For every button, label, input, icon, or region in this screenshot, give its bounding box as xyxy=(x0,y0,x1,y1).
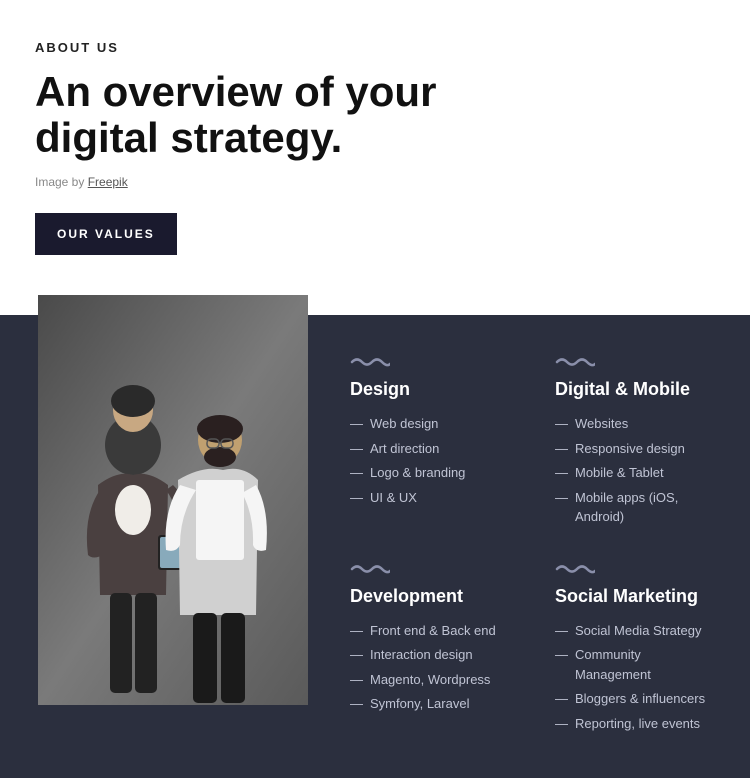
service-item-1: Digital & Mobile Websites Responsive desi… xyxy=(555,355,720,532)
service-list-item: Mobile apps (iOS, Android) xyxy=(555,488,720,527)
freepik-link[interactable]: Freepik xyxy=(88,175,128,189)
service-list-item: Community Management xyxy=(555,645,720,684)
service-title: Design xyxy=(350,379,515,400)
service-list-item: Front end & Back end xyxy=(350,621,515,641)
service-list-item: Magento, Wordpress xyxy=(350,670,515,690)
service-list-item: Logo & branding xyxy=(350,463,515,483)
service-title: Social Marketing xyxy=(555,586,720,607)
main-headline: An overview of your digital strategy. xyxy=(35,69,535,161)
service-list-item: Symfony, Laravel xyxy=(350,694,515,714)
service-title: Digital & Mobile xyxy=(555,379,720,400)
our-values-button[interactable]: OUR VALUES xyxy=(35,213,177,255)
services-grid: Design Web design Art direction Logo & bra… xyxy=(320,315,750,778)
service-item-2: Development Front end & Back end Interact… xyxy=(350,562,515,739)
squiggle-icon xyxy=(350,562,390,576)
service-list-item: Websites xyxy=(555,414,720,434)
team-photo xyxy=(38,295,308,705)
service-list: Web design Art direction Logo & branding UI… xyxy=(350,414,515,507)
service-list-item: Reporting, live events xyxy=(555,714,720,734)
service-list-item: Bloggers & influencers xyxy=(555,689,720,709)
bottom-section: Design Web design Art direction Logo & bra… xyxy=(0,315,750,778)
service-list-item: Art direction xyxy=(350,439,515,459)
squiggle-icon xyxy=(555,355,595,369)
service-item-3: Social Marketing Social Media Strategy Co… xyxy=(555,562,720,739)
service-list-item: Responsive design xyxy=(555,439,720,459)
service-list-item: Mobile & Tablet xyxy=(555,463,720,483)
service-list-item: Interaction design xyxy=(350,645,515,665)
service-list: Websites Responsive design Mobile & Tablet… xyxy=(555,414,720,527)
section-label: ABOUT US xyxy=(35,40,715,55)
service-list-item: Web design xyxy=(350,414,515,434)
service-item-0: Design Web design Art direction Logo & bra… xyxy=(350,355,515,532)
image-credit: Image by Freepik xyxy=(35,175,715,189)
squiggle-icon xyxy=(350,355,390,369)
service-list-item: Social Media Strategy xyxy=(555,621,720,641)
team-photo-svg xyxy=(38,295,308,705)
service-list-item: UI & UX xyxy=(350,488,515,508)
service-list: Social Media Strategy Community Managemen… xyxy=(555,621,720,734)
service-list: Front end & Back end Interaction design Ma… xyxy=(350,621,515,714)
squiggle-icon xyxy=(555,562,595,576)
top-section: ABOUT US An overview of your digital str… xyxy=(0,0,750,285)
service-title: Development xyxy=(350,586,515,607)
